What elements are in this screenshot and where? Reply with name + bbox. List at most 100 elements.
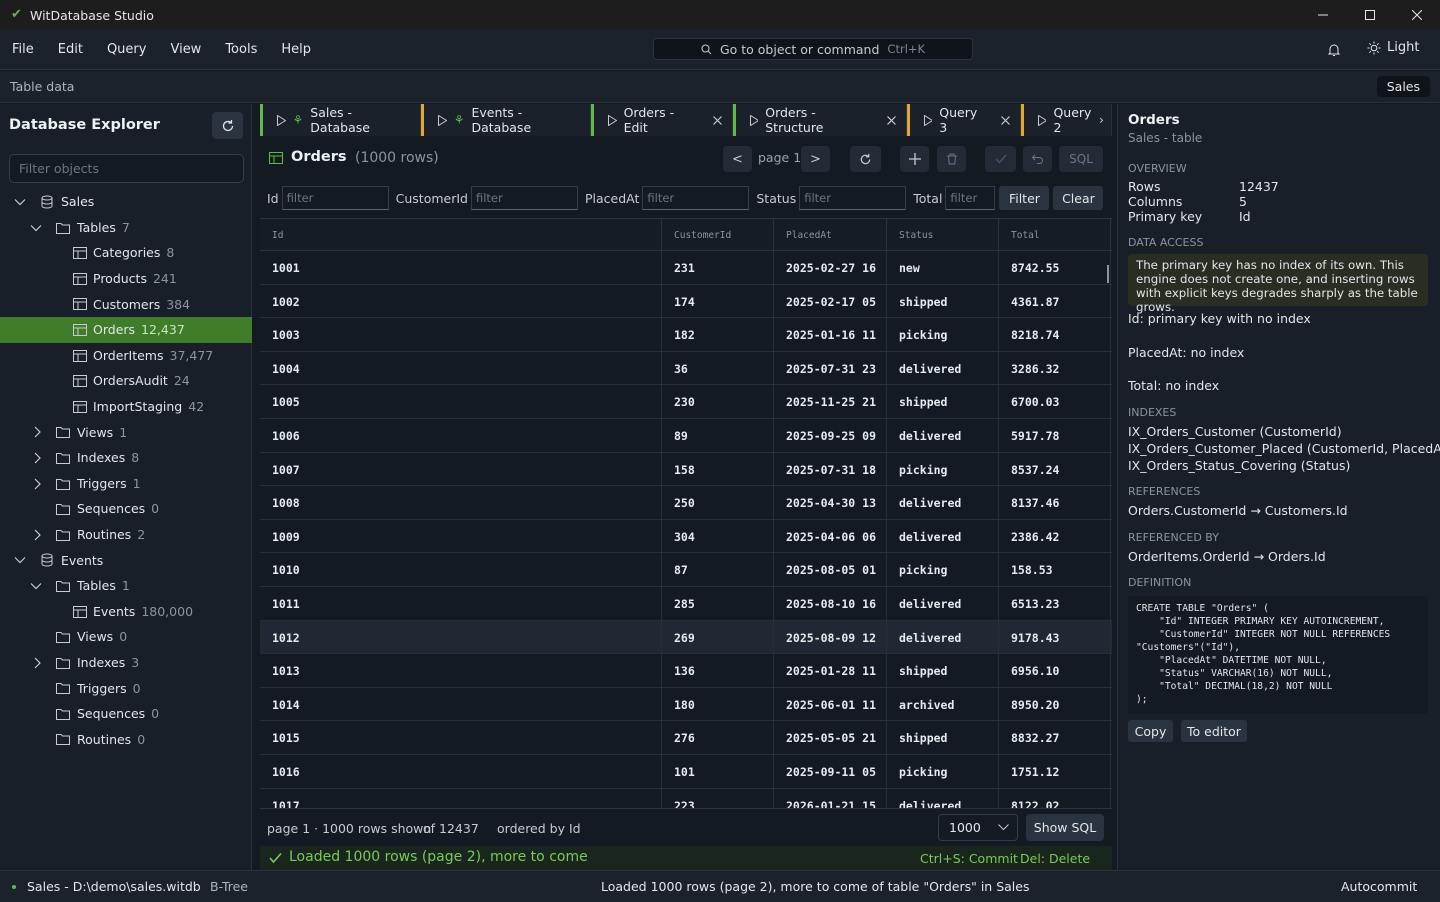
tree-item-views[interactable]: Views 0 bbox=[0, 624, 252, 650]
tree-item-tables[interactable]: Tables 1 bbox=[0, 573, 252, 599]
copy-button[interactable]: Copy bbox=[1128, 720, 1173, 742]
cell-total[interactable]: 8742.55 bbox=[999, 251, 1111, 284]
menu-tools[interactable]: Tools bbox=[213, 42, 269, 57]
to-editor-button[interactable]: To editor bbox=[1181, 720, 1247, 742]
tree-item-events[interactable]: Events bbox=[0, 547, 252, 573]
cell-placedat[interactable]: 2025-11-25 21 bbox=[774, 385, 887, 418]
column-header-id[interactable]: Id bbox=[260, 219, 662, 250]
close-icon[interactable] bbox=[1001, 115, 1010, 125]
cell-id[interactable]: 1014 bbox=[260, 687, 662, 721]
filter-button[interactable]: Filter bbox=[999, 186, 1050, 210]
table-row[interactable]: 1002 174 2025-02-17 05 shipped 4361.87 bbox=[260, 284, 1112, 319]
cell-total[interactable]: 8950.20 bbox=[999, 687, 1111, 721]
table-row[interactable]: 1015 276 2025-05-05 21 shipped 8832.27 bbox=[260, 721, 1112, 755]
cell-customerid[interactable]: 89 bbox=[662, 418, 774, 452]
cell-id[interactable]: 1002 bbox=[260, 284, 662, 318]
cell-total[interactable]: 1751.12 bbox=[999, 754, 1111, 788]
menu-query[interactable]: Query bbox=[95, 42, 159, 57]
table-row[interactable]: 1013 136 2025-01-28 11 shipped 6956.10 bbox=[260, 654, 1112, 688]
cell-placedat[interactable]: 2025-07-31 18 bbox=[774, 452, 887, 486]
status-mode[interactable]: Autocommit bbox=[1341, 879, 1417, 894]
cell-placedat[interactable]: 2026-01-21 15 bbox=[774, 788, 887, 808]
index-item[interactable]: IX_Orders_Customer_Placed (CustomerId, P… bbox=[1128, 441, 1440, 456]
table-row[interactable]: 1006 89 2025-09-25 09 delivered 5917.78 bbox=[260, 418, 1112, 453]
reference-item[interactable]: Orders.CustomerId → Customers.Id bbox=[1128, 503, 1348, 518]
column-header-placedat[interactable]: PlacedAt bbox=[774, 219, 887, 250]
cell-id[interactable]: 1011 bbox=[260, 586, 662, 620]
page-size-select[interactable]: 1000 bbox=[938, 814, 1018, 841]
cell-id[interactable]: 1013 bbox=[260, 654, 662, 687]
cell-placedat[interactable]: 2025-04-30 13 bbox=[774, 486, 887, 519]
cell-placedat[interactable]: 2025-09-11 05 bbox=[774, 754, 887, 788]
tab-query-3[interactable]: Query 3 bbox=[906, 104, 1021, 136]
cell-status[interactable]: new bbox=[887, 251, 999, 284]
cell-customerid[interactable]: 304 bbox=[662, 519, 774, 553]
table-row[interactable]: 1004 36 2025-07-31 23 delivered 3286.32 bbox=[260, 351, 1112, 386]
cell-customerid[interactable]: 250 bbox=[662, 486, 774, 519]
tree-item-importstaging[interactable]: ImportStaging 42 bbox=[0, 394, 252, 420]
cell-status[interactable]: shipped bbox=[887, 654, 999, 687]
table-row[interactable]: 1011 285 2025-08-10 16 delivered 6513.23 bbox=[260, 586, 1112, 621]
cell-placedat[interactable]: 2025-01-28 11 bbox=[774, 654, 887, 687]
sql-button[interactable]: SQL bbox=[1059, 146, 1103, 172]
filter-input-total[interactable]: filter bbox=[945, 186, 996, 210]
tree-item-orderitems[interactable]: OrderItems 37,477 bbox=[0, 343, 252, 369]
cell-customerid[interactable]: 182 bbox=[662, 318, 774, 351]
cell-total[interactable]: 4361.87 bbox=[999, 284, 1111, 318]
add-row-button[interactable] bbox=[900, 146, 929, 172]
chevron-right-icon[interactable] bbox=[32, 529, 44, 541]
table-row[interactable]: 1001 231 2025-02-27 16 new 8742.55 bbox=[260, 251, 1112, 285]
cell-customerid[interactable]: 223 bbox=[662, 788, 774, 808]
index-item[interactable]: IX_Orders_Status_Covering (Status) bbox=[1128, 458, 1350, 473]
tree-item-routines[interactable]: Routines 2 bbox=[0, 522, 252, 548]
cell-status[interactable]: delivered bbox=[887, 620, 999, 654]
close-icon[interactable] bbox=[887, 115, 896, 125]
cell-customerid[interactable]: 180 bbox=[662, 687, 774, 721]
cell-customerid[interactable]: 276 bbox=[662, 721, 774, 754]
cell-customerid[interactable]: 285 bbox=[662, 586, 774, 620]
chevron-right-icon[interactable] bbox=[32, 478, 44, 490]
cell-status[interactable]: picking bbox=[887, 452, 999, 486]
filter-input-customerid[interactable]: filter bbox=[470, 186, 578, 210]
cell-id[interactable]: 1001 bbox=[260, 251, 662, 284]
cell-total[interactable]: 6700.03 bbox=[999, 385, 1111, 418]
tab-orders-edit[interactable]: Orders - Edit bbox=[591, 104, 733, 136]
table-row[interactable]: 1016 101 2025-09-11 05 picking 1751.12 bbox=[260, 754, 1112, 789]
cell-id[interactable]: 1006 bbox=[260, 418, 662, 452]
cell-placedat[interactable]: 2025-02-17 05 bbox=[774, 284, 887, 318]
cell-customerid[interactable]: 87 bbox=[662, 553, 774, 586]
refresh-button[interactable] bbox=[212, 112, 243, 139]
tree-item-sequences[interactable]: Sequences 0 bbox=[0, 701, 252, 727]
cell-status[interactable]: shipped bbox=[887, 284, 999, 318]
cell-status[interactable]: archived bbox=[887, 687, 999, 721]
cell-status[interactable]: delivered bbox=[887, 586, 999, 620]
close-icon[interactable] bbox=[713, 115, 722, 125]
cell-id[interactable]: 1010 bbox=[260, 553, 662, 586]
cell-total[interactable]: 8122.02 bbox=[999, 788, 1111, 808]
database-badge[interactable]: Sales bbox=[1376, 76, 1430, 97]
table-row[interactable]: 1017 223 2026-01-21 15 delivered 8122.02 bbox=[260, 788, 1112, 808]
tree-item-triggers[interactable]: Triggers 1 bbox=[0, 471, 252, 497]
cell-status[interactable]: delivered bbox=[887, 351, 999, 385]
tree-item-tables[interactable]: Tables 7 bbox=[0, 215, 252, 241]
tree-item-orders[interactable]: Orders 12,437 bbox=[0, 316, 252, 343]
cell-customerid[interactable]: 36 bbox=[662, 351, 774, 385]
chevron-down-icon[interactable] bbox=[14, 196, 26, 208]
chevron-down-icon[interactable] bbox=[14, 554, 26, 566]
cell-total[interactable]: 8137.46 bbox=[999, 486, 1111, 519]
tree-item-ordersaudit[interactable]: OrdersAudit 24 bbox=[0, 368, 252, 394]
cell-placedat[interactable]: 2025-09-25 09 bbox=[774, 418, 887, 452]
cell-id[interactable]: 1016 bbox=[260, 754, 662, 788]
grid-scrollbar[interactable] bbox=[1107, 265, 1109, 283]
minimize-button[interactable] bbox=[1299, 0, 1346, 30]
theme-toggle[interactable]: Light bbox=[1367, 40, 1419, 55]
more-tabs-icon[interactable]: › bbox=[1099, 112, 1104, 127]
next-page-button[interactable]: > bbox=[801, 146, 830, 172]
cell-total[interactable]: 5917.78 bbox=[999, 418, 1111, 452]
commit-button[interactable] bbox=[985, 146, 1016, 172]
prev-page-button[interactable]: < bbox=[723, 146, 752, 172]
cell-total[interactable]: 2386.42 bbox=[999, 519, 1111, 553]
cell-id[interactable]: 1003 bbox=[260, 318, 662, 351]
tree-item-views[interactable]: Views 1 bbox=[0, 419, 252, 445]
bell-icon[interactable] bbox=[1326, 42, 1342, 58]
